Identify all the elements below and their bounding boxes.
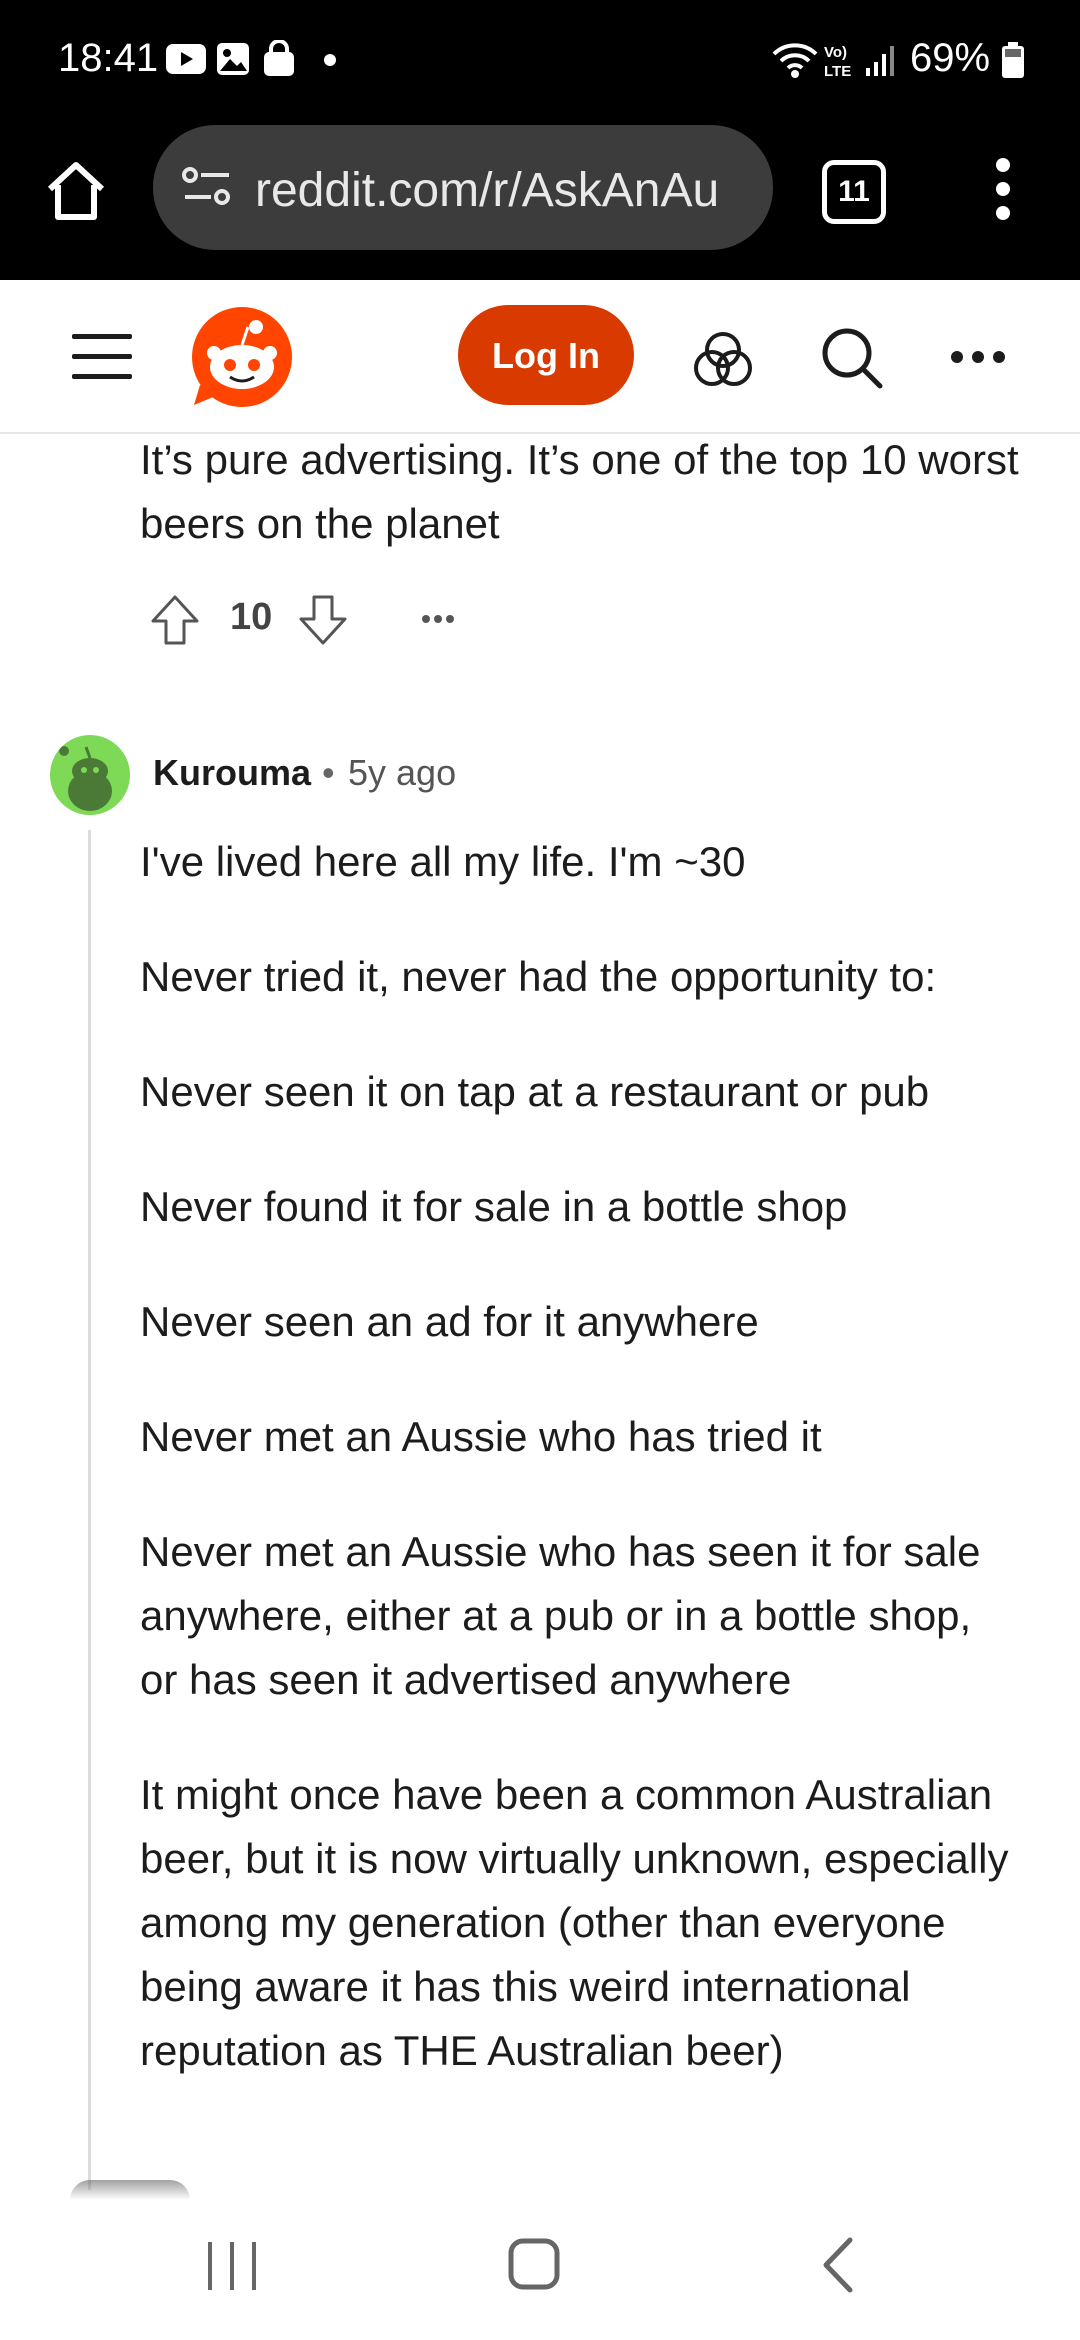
- comment-author[interactable]: Kurouma: [153, 752, 311, 794]
- more-vert-icon[interactable]: [994, 157, 1012, 221]
- search-icon[interactable]: [820, 326, 884, 390]
- browser-toolbar: reddit.com/r/AskAnAu 11: [0, 125, 1080, 280]
- snoo-avatar-icon: [59, 746, 112, 811]
- battery-percentage: 69%: [910, 36, 991, 80]
- back-icon[interactable]: [818, 2236, 858, 2294]
- comment-paragraph: I've lived here all my life. I'm ~30: [140, 838, 746, 885]
- login-button[interactable]: Log In: [458, 305, 634, 405]
- signal-icon: [866, 46, 894, 76]
- gallery-icon: [217, 43, 249, 75]
- tab-switcher-button[interactable]: 11: [822, 160, 886, 224]
- status-bar: 18:41 Vo) LTE 69%: [0, 0, 1080, 125]
- next-comment-peek: [70, 2180, 190, 2200]
- avatar[interactable]: [50, 735, 130, 815]
- previous-comment-text: It’s pure advertising. It’s one of the t…: [140, 436, 1019, 547]
- downvote-icon[interactable]: [298, 594, 348, 646]
- hamburger-menu-icon[interactable]: [72, 332, 132, 380]
- comment-timestamp: 5y ago: [348, 752, 457, 793]
- wifi-icon: [772, 43, 818, 78]
- thread-line[interactable]: [88, 830, 91, 2190]
- meta-separator: •: [322, 752, 335, 793]
- more-horizontal-icon[interactable]: [950, 350, 1006, 364]
- recent-apps-icon[interactable]: [206, 2240, 258, 2292]
- status-time: 18:41: [58, 36, 159, 80]
- svg-text:LTE: LTE: [824, 63, 851, 80]
- comment-paragraph: Never seen an ad for it anywhere: [140, 1298, 759, 1345]
- upvote-icon[interactable]: [150, 594, 200, 646]
- volte-icon: Vo) LTE: [824, 44, 851, 80]
- comment-paragraph: Never found it for sale in a bottle shop: [140, 1183, 848, 1230]
- site-settings-icon[interactable]: [181, 165, 233, 209]
- reddit-header: Log In: [0, 280, 1080, 434]
- comment-paragraph: Never seen it on tap at a restaurant or …: [140, 1068, 930, 1115]
- advertise-icon[interactable]: [692, 328, 754, 388]
- reddit-logo-icon[interactable]: [190, 305, 294, 409]
- notification-dot-icon: [324, 54, 336, 66]
- system-nav-bar: [0, 2200, 1080, 2340]
- svg-text:Vo): Vo): [824, 44, 847, 61]
- vote-count: 10: [230, 596, 273, 638]
- comment-overflow-icon[interactable]: [422, 614, 454, 624]
- comment-paragraph: Never met an Aussie who has seen it for …: [140, 1528, 981, 1703]
- comment-paragraph: Never tried it, never had the opportunit…: [140, 953, 937, 1000]
- home-icon[interactable]: [44, 159, 108, 223]
- url-text[interactable]: reddit.com/r/AskAnAu: [255, 163, 755, 218]
- shopping-bag-icon: [264, 40, 294, 76]
- home-nav-icon[interactable]: [508, 2236, 560, 2292]
- youtube-icon: [166, 44, 206, 74]
- address-bar[interactable]: reddit.com/r/AskAnAu: [153, 125, 773, 250]
- comment-paragraph: Never met an Aussie who has tried it: [140, 1413, 822, 1460]
- battery-icon: [1002, 42, 1024, 78]
- comment-paragraph: It might once have been a common Austral…: [140, 1771, 1009, 2074]
